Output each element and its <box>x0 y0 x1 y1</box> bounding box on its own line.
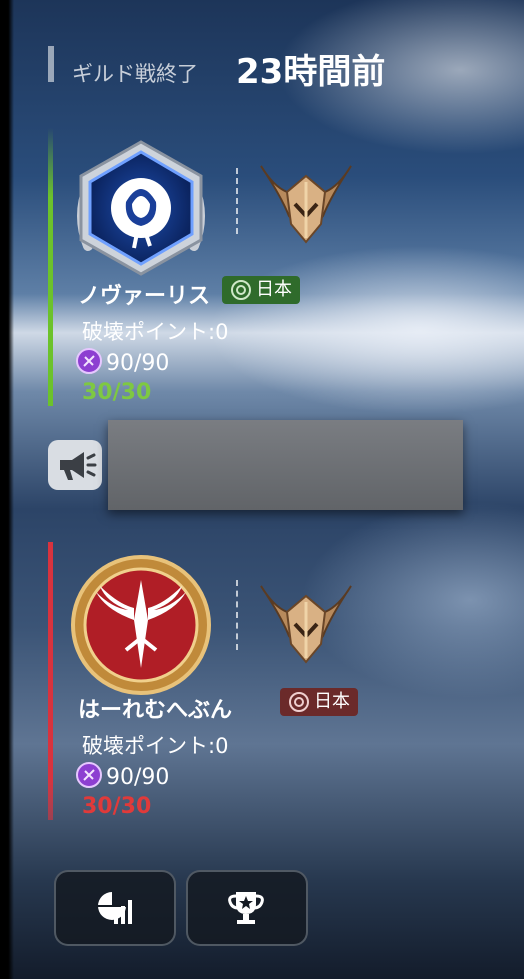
guild-card-enemy[interactable]: はーれむへぶん 日本 破壊ポイント:0 90/90 30/30 <box>46 542 516 822</box>
megaphone-icon <box>60 452 97 480</box>
header-label: ギルド戦終了 <box>72 62 198 86</box>
resource-row: 90/90 <box>76 348 169 376</box>
resource-value: 90/90 <box>106 765 170 790</box>
region-badge: 日本 <box>280 688 358 716</box>
bronze-rank-helmet-icon <box>260 165 352 244</box>
stats-button[interactable] <box>54 870 176 946</box>
trophy-icon <box>228 892 264 924</box>
enemy-side-bar <box>48 542 53 820</box>
guild-card-ally[interactable]: ノヴァーリス 日本 破壊ポイント:0 90/90 30/30 <box>46 128 516 408</box>
destroy-points: 破壊ポイント:0 <box>82 734 229 758</box>
left-edge-shadow <box>0 0 14 979</box>
region-badge: 日本 <box>222 276 300 304</box>
resource-value: 90/90 <box>106 351 170 376</box>
bronze-rank-helmet-icon <box>260 585 352 664</box>
guild-name: はーれむへぶん <box>78 698 233 723</box>
stats-chart-icon <box>98 892 132 924</box>
header-accent-bar <box>48 46 54 82</box>
resource-token-icon <box>76 762 102 788</box>
member-count: 30/30 <box>82 380 152 405</box>
ally-side-bar <box>48 128 53 406</box>
region-label: 日本 <box>314 691 350 712</box>
phoenix-emblem-icon <box>71 555 211 695</box>
rose-emblem-icon <box>77 140 205 276</box>
announcement-panel <box>108 420 463 510</box>
resource-token-icon <box>76 348 102 374</box>
header-time: 23時間前 <box>236 52 386 92</box>
announcement-button[interactable] <box>48 440 102 490</box>
destroy-points: 破壊ポイント:0 <box>82 320 229 344</box>
guild-name: ノヴァーリス <box>78 284 211 309</box>
resource-row: 90/90 <box>76 762 169 790</box>
guild-divider <box>236 168 242 234</box>
trophy-button[interactable] <box>186 870 308 946</box>
member-count: 30/30 <box>82 794 152 819</box>
guild-divider <box>236 580 242 650</box>
globe-icon <box>289 692 309 712</box>
region-label: 日本 <box>256 279 292 300</box>
globe-icon <box>231 280 251 300</box>
